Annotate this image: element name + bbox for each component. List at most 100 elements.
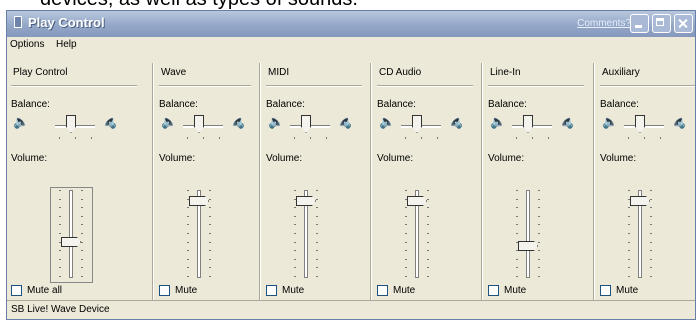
app-icon xyxy=(14,16,22,28)
volume-slider[interactable] xyxy=(61,237,81,247)
volume-ticks-left xyxy=(516,190,520,278)
balance-slider[interactable] xyxy=(66,115,76,133)
mixer-column-auxiliary: Auxiliary Balance: 🔈 🔈 Volume: Mute xyxy=(596,57,695,307)
volume-label: Volume: xyxy=(488,153,525,164)
balance-slider[interactable] xyxy=(523,115,533,133)
speaker-right-icon: 🔈 xyxy=(670,115,687,130)
balance-label: Balance: xyxy=(159,99,198,110)
column-divider xyxy=(259,63,261,301)
status-bar: SB Live! Wave Device xyxy=(7,300,695,319)
column-rule xyxy=(266,85,362,87)
column-divider xyxy=(370,63,372,301)
minimize-button[interactable] xyxy=(630,14,649,33)
volume-label: Volume: xyxy=(600,153,637,164)
column-divider xyxy=(152,63,154,301)
volume-track[interactable] xyxy=(69,190,73,278)
volume-slider[interactable] xyxy=(407,196,427,206)
speaker-left-icon: 🔈 xyxy=(379,115,396,130)
mute-checkbox[interactable] xyxy=(377,285,388,296)
volume-ticks-right xyxy=(209,190,213,278)
volume-ticks-right xyxy=(538,190,542,278)
speaker-right-icon: 🔈 xyxy=(101,115,118,130)
column-rule xyxy=(11,85,137,87)
volume-track[interactable] xyxy=(526,190,530,278)
column-rule xyxy=(377,85,473,87)
balance-slider[interactable] xyxy=(194,115,204,133)
mute-label: Mute all xyxy=(27,285,63,296)
column-divider xyxy=(481,63,483,301)
balance-ticks xyxy=(401,137,441,139)
balance-slider[interactable] xyxy=(301,115,311,133)
balance-label: Balance: xyxy=(11,99,50,110)
volume-ticks-right xyxy=(650,190,654,278)
mixer-column-cd-audio: CD Audio Balance: 🔈 🔈 Volume: Mute xyxy=(373,57,481,307)
balance-label: Balance: xyxy=(377,99,416,110)
volume-label: Volume: xyxy=(159,153,196,164)
mute-checkbox[interactable] xyxy=(266,285,277,296)
balance-ticks xyxy=(512,137,552,139)
speaker-left-icon: 🔈 xyxy=(490,115,507,130)
balance-slider[interactable] xyxy=(412,115,422,133)
speaker-right-icon: 🔈 xyxy=(336,115,353,130)
volume-ticks-right xyxy=(316,190,320,278)
menu-options[interactable]: Options xyxy=(10,39,44,50)
balance-ticks xyxy=(624,137,664,139)
column-rule xyxy=(159,85,251,87)
play-control-window: Play Control Comments? Options Help Play… xyxy=(6,10,696,320)
close-button[interactable] xyxy=(674,14,693,33)
column-title: Play Control xyxy=(13,67,68,78)
mute-label: Mute xyxy=(393,285,416,296)
balance-label: Balance: xyxy=(266,99,305,110)
balance-ticks xyxy=(183,137,223,139)
volume-label: Volume: xyxy=(11,153,48,164)
column-title: CD Audio xyxy=(379,67,422,78)
mixer-column-midi: MIDI Balance: 🔈 🔈 Volume: Mute xyxy=(262,57,370,307)
volume-slider[interactable] xyxy=(189,196,209,206)
title-bar[interactable]: Play Control Comments? xyxy=(7,11,695,37)
mute-label: Mute xyxy=(616,285,639,296)
volume-ticks-right xyxy=(427,190,431,278)
mute-checkbox[interactable] xyxy=(159,285,170,296)
mute-label: Mute xyxy=(175,285,198,296)
mixer-column-line-in: Line-In Balance: 🔈 🔈 Volume: Mute xyxy=(484,57,592,307)
speaker-right-icon: 🔈 xyxy=(447,115,464,130)
column-divider xyxy=(593,63,595,301)
balance-slider[interactable] xyxy=(635,115,645,133)
volume-slider[interactable] xyxy=(518,241,538,251)
menu-bar: Options Help xyxy=(7,37,695,54)
speaker-left-icon: 🔈 xyxy=(268,115,285,130)
status-device: SB Live! Wave Device xyxy=(11,304,110,315)
mute-checkbox[interactable] xyxy=(600,285,611,296)
mute-checkbox[interactable] xyxy=(11,285,22,296)
balance-label: Balance: xyxy=(488,99,527,110)
menu-help[interactable]: Help xyxy=(56,39,77,50)
mixer-column-play-control: Play Control Balance: 🔈 🔈 Volume: Mute a… xyxy=(7,57,145,307)
speaker-right-icon: 🔈 xyxy=(558,115,575,130)
mute-label: Mute xyxy=(282,285,305,296)
volume-label: Volume: xyxy=(266,153,303,164)
speaker-right-icon: 🔈 xyxy=(229,115,246,130)
mute-label: Mute xyxy=(504,285,527,296)
volume-slider[interactable] xyxy=(296,196,316,206)
column-rule xyxy=(600,85,695,87)
maximize-button[interactable] xyxy=(652,14,671,33)
speaker-left-icon: 🔈 xyxy=(602,115,619,130)
column-title: Auxiliary xyxy=(602,67,640,78)
speaker-left-icon: 🔈 xyxy=(161,115,178,130)
volume-ticks-left xyxy=(59,190,63,278)
balance-label: Balance: xyxy=(600,99,639,110)
column-title: Wave xyxy=(161,67,187,78)
volume-label: Volume: xyxy=(377,153,414,164)
volume-ticks-right xyxy=(81,190,85,278)
speaker-left-icon: 🔈 xyxy=(13,115,30,130)
volume-slider[interactable] xyxy=(630,196,650,206)
balance-ticks xyxy=(290,137,330,139)
mute-checkbox[interactable] xyxy=(488,285,499,296)
comments-link[interactable]: Comments? xyxy=(577,18,631,29)
mixer-column-wave: Wave Balance: 🔈 🔈 Volume: Mute xyxy=(155,57,259,307)
column-title: MIDI xyxy=(268,67,290,78)
window-title: Play Control xyxy=(28,15,105,30)
column-rule xyxy=(488,85,584,87)
balance-ticks xyxy=(55,137,95,139)
column-title: Line-In xyxy=(490,67,521,78)
